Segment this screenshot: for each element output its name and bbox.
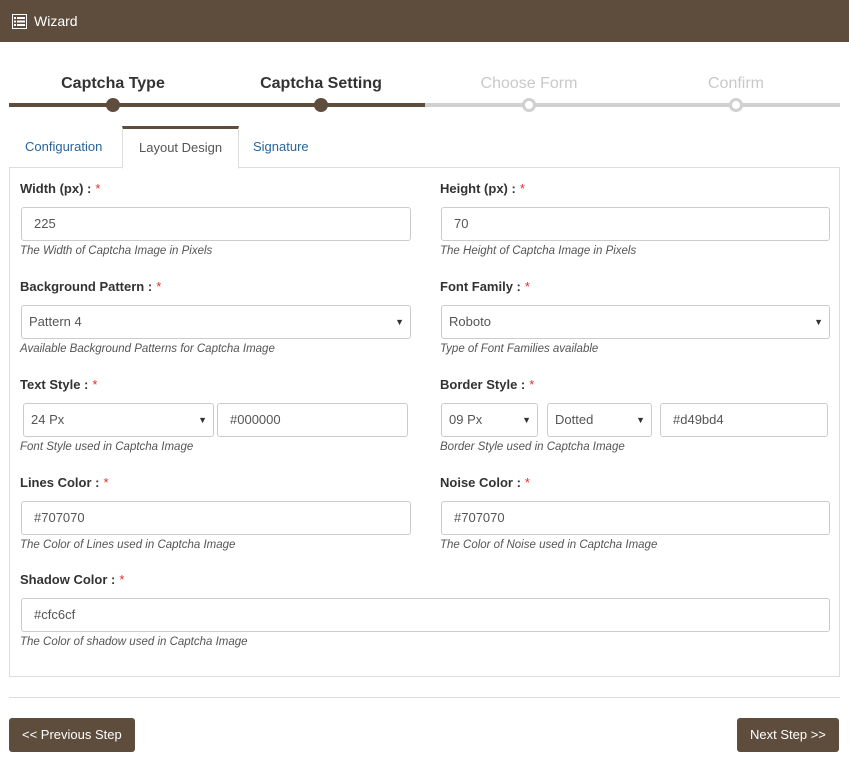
text-size-select[interactable]: 24 Px ▼ xyxy=(23,403,214,437)
caret-down-icon: ▼ xyxy=(198,415,207,425)
next-step-button[interactable]: Next Step >> xyxy=(737,718,839,752)
text-size-value: 24 Px xyxy=(31,412,65,427)
step-dot-captcha-setting xyxy=(314,98,328,112)
font-family-select[interactable]: Roboto ▼ xyxy=(441,305,830,339)
lines-color-help: The Color of Lines used in Captcha Image xyxy=(20,539,236,551)
step-choose-form: Choose Form xyxy=(480,75,578,92)
wizard-header: Wizard xyxy=(0,0,849,42)
height-input[interactable]: 70 xyxy=(441,207,830,241)
caret-down-icon: ▼ xyxy=(814,317,823,327)
step-captcha-type[interactable]: Captcha Type xyxy=(13,75,213,93)
background-pattern-value: Pattern 4 xyxy=(29,314,82,329)
font-family-value: Roboto xyxy=(449,314,491,329)
tab-signature[interactable]: Signature xyxy=(237,126,325,168)
text-color-input[interactable]: #000000 xyxy=(217,403,408,437)
font-family-label: Font Family : * xyxy=(440,279,530,294)
caret-down-icon: ▼ xyxy=(522,415,531,425)
background-pattern-help: Available Background Patterns for Captch… xyxy=(20,343,275,355)
border-style-help: Border Style used in Captcha Image xyxy=(440,441,625,453)
width-input[interactable]: 225 xyxy=(21,207,411,241)
border-type-select[interactable]: Dotted ▼ xyxy=(547,403,652,437)
font-family-help: Type of Font Families available xyxy=(440,343,599,355)
lines-color-label: Lines Color : * xyxy=(20,475,109,490)
layout-design-panel: Width (px) : * 225 The Width of Captcha I… xyxy=(9,167,840,677)
noise-color-input[interactable]: #707070 xyxy=(441,501,830,535)
step-confirm: Confirm xyxy=(707,75,764,92)
step-dot-confirm xyxy=(729,98,743,112)
width-help: The Width of Captcha Image in Pixels xyxy=(20,245,213,257)
shadow-color-input[interactable]: #cfc6cf xyxy=(21,598,830,632)
noise-color-label: Noise Color : * xyxy=(440,475,530,490)
tab-layout-design[interactable]: Layout Design xyxy=(122,126,240,169)
progress-track-done xyxy=(9,103,425,107)
tab-configuration[interactable]: Configuration xyxy=(9,126,118,168)
list-icon xyxy=(12,13,27,29)
shadow-color-help: The Color of shadow used in Captcha Imag… xyxy=(20,636,248,648)
lines-color-input[interactable]: #707070 xyxy=(21,501,411,535)
border-type-value: Dotted xyxy=(555,412,594,427)
border-size-value: 09 Px xyxy=(449,412,483,427)
previous-step-button[interactable]: << Previous Step xyxy=(9,718,135,752)
border-size-select[interactable]: 09 Px ▼ xyxy=(441,403,538,437)
height-label: Height (px) : * xyxy=(440,181,525,196)
shadow-color-label: Shadow Color : * xyxy=(20,572,125,587)
text-style-label: Text Style : * xyxy=(20,377,98,392)
progress-track-remaining xyxy=(425,103,840,107)
step-dot-captcha-type xyxy=(106,98,120,112)
footer-divider xyxy=(9,697,840,698)
caret-down-icon: ▼ xyxy=(636,415,645,425)
height-help: The Height of Captcha Image in Pixels xyxy=(440,245,637,257)
caret-down-icon: ▼ xyxy=(395,317,404,327)
text-style-help: Font Style used in Captcha Image xyxy=(20,441,194,453)
step-captcha-setting[interactable]: Captcha Setting xyxy=(221,75,421,93)
wizard-steps: Captcha Type Captcha Setting Choose Form… xyxy=(0,42,849,122)
border-style-label: Border Style : * xyxy=(440,377,535,392)
width-label: Width (px) : * xyxy=(20,181,101,196)
noise-color-help: The Color of Noise used in Captcha Image xyxy=(440,539,658,551)
wizard-title: Wizard xyxy=(34,13,78,29)
border-color-input[interactable]: #d49bd4 xyxy=(660,403,828,437)
step-dot-choose-form xyxy=(522,98,536,112)
background-pattern-select[interactable]: Pattern 4 ▼ xyxy=(21,305,411,339)
background-pattern-label: Background Pattern : * xyxy=(20,279,162,294)
tab-bar: Configuration Layout Design Signature xyxy=(9,126,840,169)
